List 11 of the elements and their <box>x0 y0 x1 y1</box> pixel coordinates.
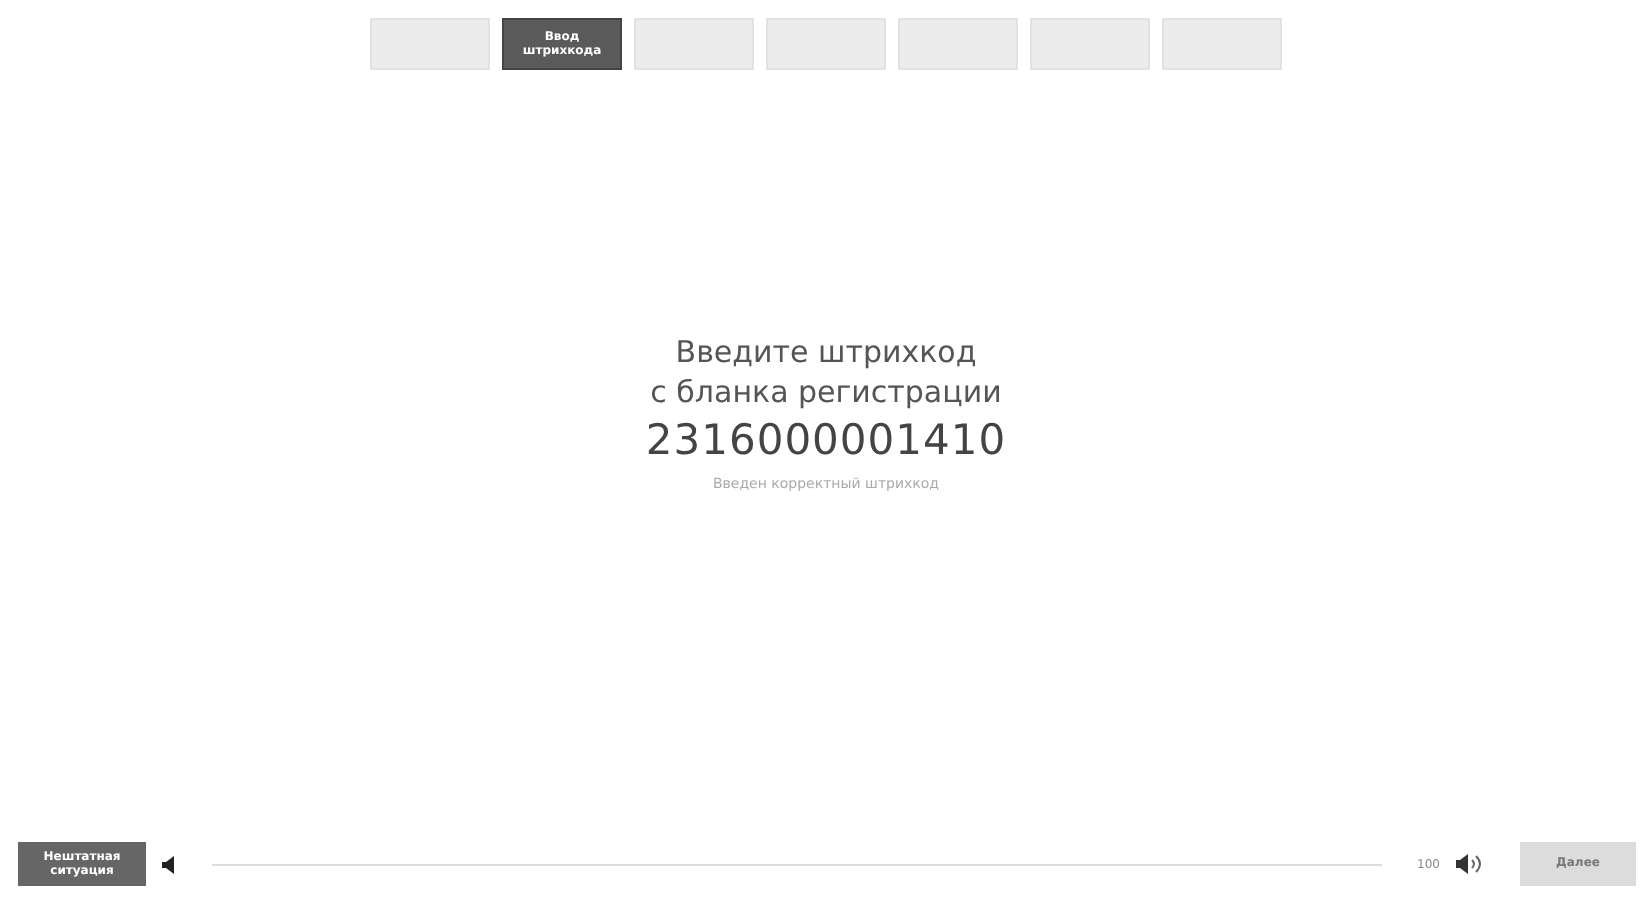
step-tab[interactable] <box>766 18 886 70</box>
step-tab[interactable] <box>634 18 754 70</box>
barcode-value: 2316000001410 <box>645 416 1007 464</box>
step-tab[interactable] <box>1162 18 1282 70</box>
prompt-text: с бланка регистрации <box>650 373 1002 412</box>
step-tab[interactable] <box>1030 18 1150 70</box>
prompt-text: Введите штрихкод <box>675 334 977 373</box>
volume-icon[interactable] <box>1456 854 1484 874</box>
step-tab[interactable] <box>898 18 1018 70</box>
step-tab[interactable] <box>370 18 490 70</box>
speaker-icon[interactable] <box>162 855 176 873</box>
